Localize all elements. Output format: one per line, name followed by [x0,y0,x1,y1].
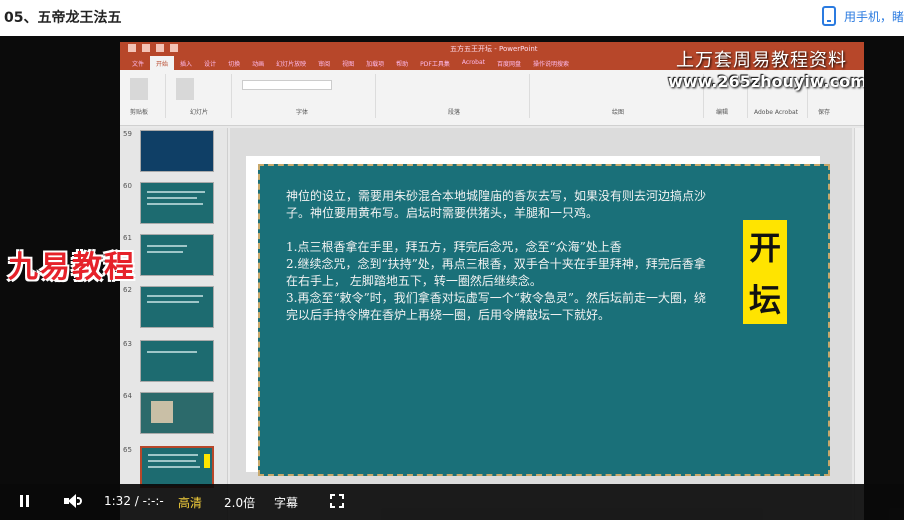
slide-thumbnail[interactable] [140,392,214,434]
quick-access-toolbar [128,44,208,53]
slide-thumbnail[interactable] [140,182,214,224]
current-slide: 神位的设立，需要用朱砂混合本地城隍庙的香灰去写，如果没有则去河边搞点沙子。神位要… [246,156,830,476]
ppt-tab: 视图 [342,61,355,68]
slide-number: 64 [123,392,132,400]
ppt-app-title: 五方五王开坛 - PowerPoint [450,45,538,53]
subtitles-button[interactable]: 字幕 [274,494,298,511]
slide-thumbnail-pane: 59 60 61 62 63 64 65 [120,128,228,520]
slide-content-box: 神位的设立，需要用朱砂混合本地城隍庙的香灰去写，如果没有则去河边搞点沙子。神位要… [258,164,830,476]
ribbon-group-label: 编辑 [716,109,729,116]
ribbon-group-label: 剪贴板 [130,109,149,116]
slide-number: 61 [123,234,132,242]
video-player[interactable]: 五方五王开坛 - PowerPoint 文件 开始 插入 设计 切换 动画 幻灯… [0,36,904,520]
ribbon-group-label: 绘图 [612,109,625,116]
slide-thumbnail[interactable] [140,340,214,382]
slide-body-text: 神位的设立，需要用朱砂混合本地城隍庙的香灰去写，如果没有则去河边搞点沙子。神位要… [286,188,714,341]
ppt-tab: 百度网盘 [497,61,522,68]
ribbon-group-label: 字体 [296,109,309,116]
ppt-tab: 动画 [252,61,265,68]
speed-button[interactable]: 2.0倍 [224,494,255,511]
video-frame: 五方五王开坛 - PowerPoint 文件 开始 插入 设计 切换 动画 幻灯… [120,42,864,520]
slide-number: 60 [123,182,132,190]
slide-number: 59 [123,130,132,138]
time-display: 1:32 / -:-:- [104,494,164,508]
ribbon-group-label: Adobe Acrobat [754,109,799,116]
ppt-tab: 插入 [180,61,193,68]
player-controls: 1:32 / -:-:- 高清 2.0倍 字幕 [0,484,904,520]
slide-thumbnail[interactable] [140,130,214,172]
ribbon-group-font: 字体 [236,74,376,118]
watermark-url: www.265zhouyiw.com [668,72,864,91]
title-badge: 开 坛 [743,220,787,324]
ppt-tab: 帮助 [396,61,409,68]
volume-icon[interactable] [64,494,82,508]
site-logo-overlay: 九易教程 [8,250,136,285]
ribbon-group-paragraph: 段落 [380,74,530,118]
phone-watch-link[interactable]: 用手机，睹 [821,6,904,26]
ppt-tab: 操作说明搜索 [533,61,570,68]
ppt-tab: 文件 [132,61,145,68]
ppt-tab: 加载项 [366,61,385,68]
badge-char: 开 [748,229,781,267]
top-bar: 05、五帝龙王法五 用手机，睹 [0,0,904,36]
ppt-tab: 幻灯片放映 [276,61,307,68]
ppt-tab: Acrobat [461,59,486,66]
ribbon-group-label: 段落 [448,109,461,116]
slide-thumbnail[interactable] [140,286,214,328]
badge-char: 坛 [748,281,781,319]
phone-icon [821,6,836,26]
watermark-slogan: 上万套周易教程资料 [676,50,847,71]
ppt-tab: 切换 [228,61,241,68]
fullscreen-icon[interactable] [330,494,344,508]
quality-button[interactable]: 高清 [178,494,202,511]
canvas-scrollbar[interactable] [854,128,864,520]
slide-number: 62 [123,286,132,294]
slide-number: 65 [123,446,132,454]
ppt-tab: 设计 [204,61,217,68]
slide-number: 63 [123,340,132,348]
slide-thumbnail[interactable] [140,234,214,276]
ribbon-group-label: 幻灯片 [190,109,209,116]
ribbon-group-label: 保存 [818,109,831,116]
page-title: 05、五帝龙王法五 [4,10,122,26]
slide-editing-canvas: 神位的设立，需要用朱砂混合本地城隍庙的香灰去写，如果没有则去河边搞点沙子。神位要… [230,128,852,520]
slide-paragraph-intro: 神位的设立，需要用朱砂混合本地城隍庙的香灰去写，如果没有则去河边搞点沙子。神位要… [286,189,707,220]
pause-button[interactable] [18,494,32,508]
ppt-tab-active: 开始 [150,56,175,70]
ppt-tab: PDF工具集 [420,61,450,68]
ribbon-group-clipboard: 剪贴板 [124,74,166,118]
ribbon-group-slides: 幻灯片 [170,74,232,118]
slide-thumbnail-active[interactable] [140,446,214,488]
slide-paragraph-steps: 1.点三根香拿在手里，拜五方，拜完后念咒，念至“众海”处上香 2.继续念咒，念到… [286,240,706,322]
phone-link-label: 用手机，睹 [843,9,904,24]
ppt-tab: 审阅 [318,61,331,68]
